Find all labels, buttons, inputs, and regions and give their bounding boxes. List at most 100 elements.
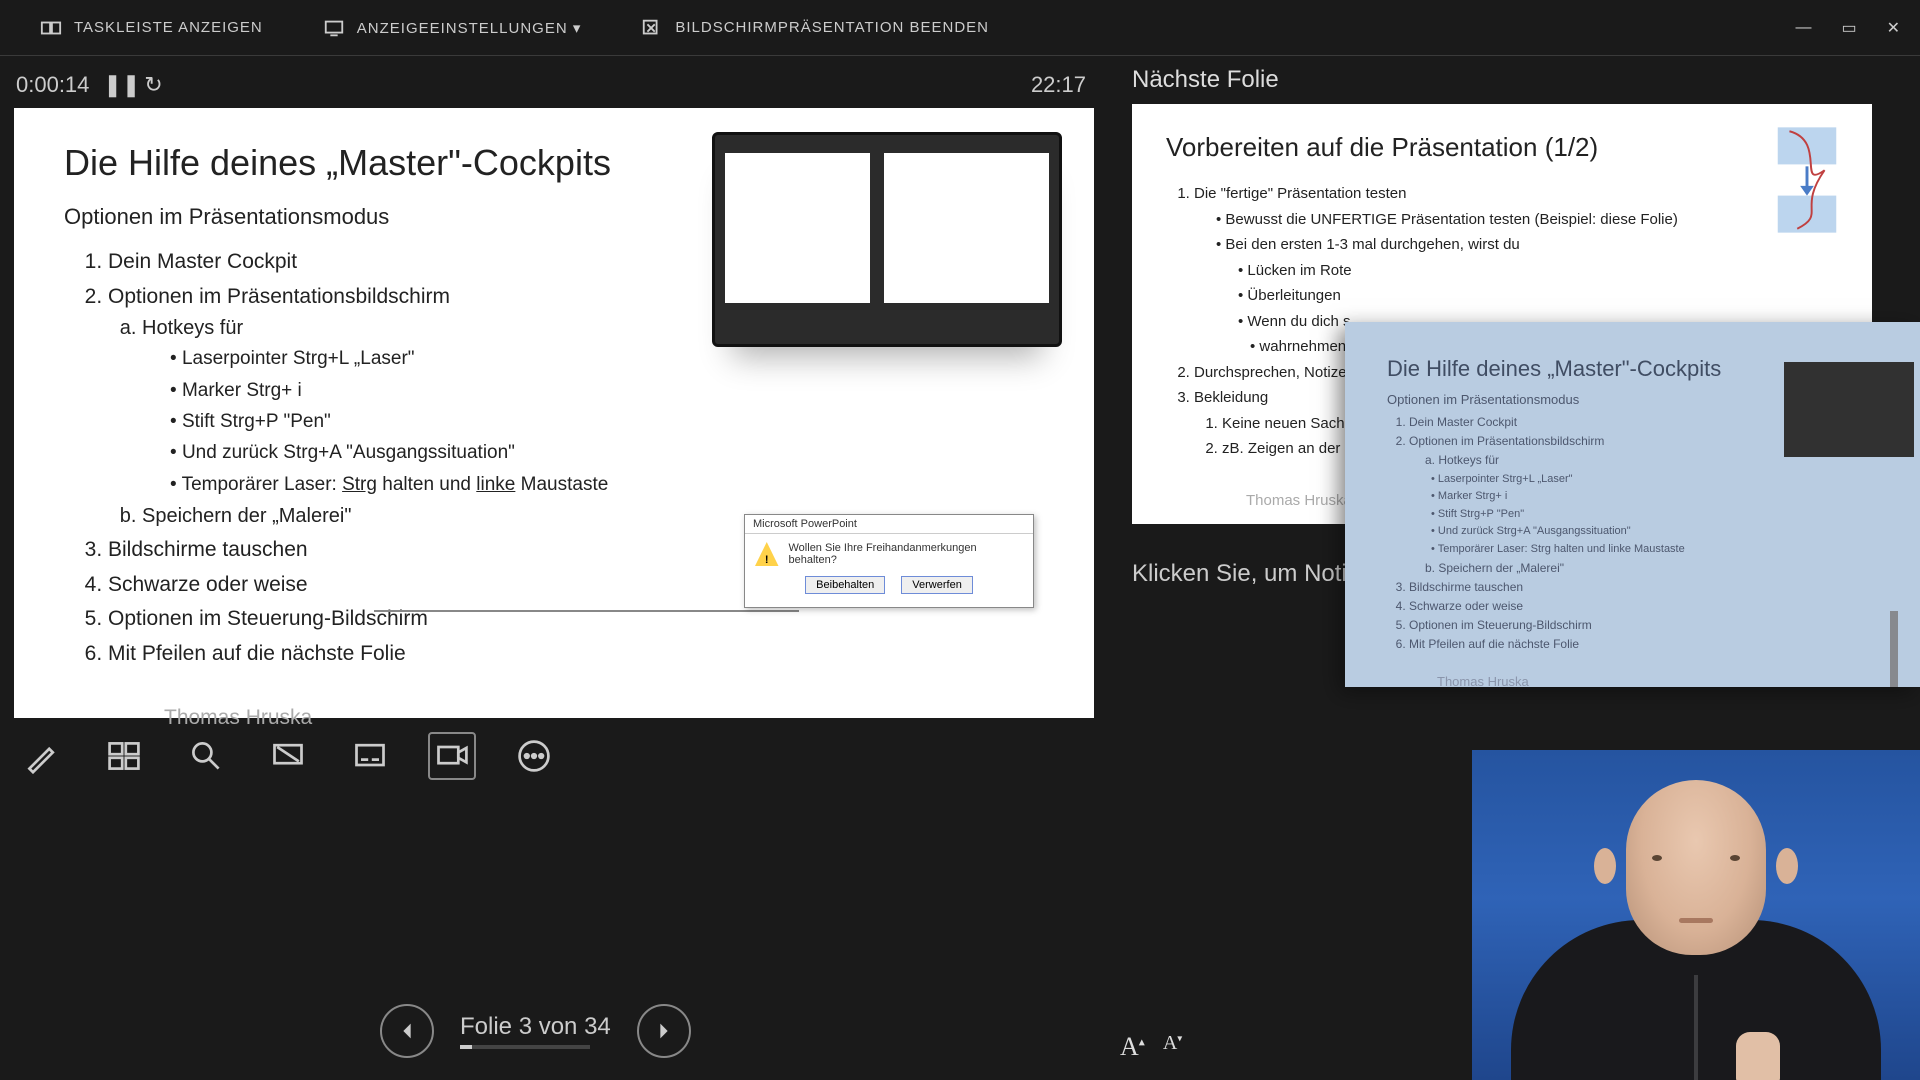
increase-font-button[interactable]: A▴ xyxy=(1120,1032,1145,1062)
main-area: 0:00:14 ❚❚ ↻ 22:17 Die Hilfe deines „Mas… xyxy=(0,56,1920,1080)
t: Maustaste xyxy=(515,474,608,495)
reset-timer-button[interactable]: ↻ xyxy=(141,72,165,98)
t: Speichern der „Malerei" xyxy=(1438,561,1564,575)
end-slideshow-label: BILDSCHIRMPRÄSENTATION BEENDEN xyxy=(675,19,989,36)
t: linke xyxy=(476,474,515,495)
grid-icon xyxy=(106,738,142,774)
next-slide-title: Vorbereiten auf die Präsentation (1/2) xyxy=(1166,132,1838,163)
list-item: Mit Pfeilen auf die nächste Folie xyxy=(1409,635,1896,654)
zoom-tool-button[interactable] xyxy=(182,732,230,780)
more-options-button[interactable] xyxy=(510,732,558,780)
display-settings-label: ANZEIGEEINSTELLUNGEN ▾ xyxy=(357,19,582,37)
list-item: Bewusst die UNFERTIGE Präsentation teste… xyxy=(1216,207,1838,233)
hotkey-item: Temporärer Laser: Strg halten und linke … xyxy=(170,470,1044,499)
slide-navigation: Folie 3 von 34 xyxy=(380,1004,691,1058)
t: Bekleidung xyxy=(1194,389,1268,406)
display-settings-button[interactable]: ANZEIGEEINSTELLUNGEN ▾ xyxy=(323,17,582,39)
overlay-monitor-thumb xyxy=(1784,362,1914,457)
presenter-right-pane: Nächste Folie Vorbereiten auf die Präsen… xyxy=(1110,56,1920,1080)
subtitle-icon xyxy=(352,738,388,774)
notes-font-controls: A▴ A▾ xyxy=(1120,1032,1182,1062)
list-item: Bildschirme tauschen xyxy=(1409,578,1896,597)
callout-line xyxy=(374,610,799,612)
webcam-feed[interactable] xyxy=(1472,750,1920,1080)
blackout-icon xyxy=(270,738,306,774)
taskbar-icon xyxy=(40,17,62,39)
previous-slide-button[interactable] xyxy=(380,1004,434,1058)
t: A xyxy=(1163,1032,1177,1054)
dialog-title: Microsoft PowerPoint xyxy=(745,515,1033,534)
t: Hotkeys für xyxy=(1438,453,1499,467)
minimize-button[interactable]: — xyxy=(1795,19,1811,37)
t: Bei den ersten 1-3 mal durchgehen, wirst… xyxy=(1225,236,1519,253)
t: Die "fertige" Präsentation testen xyxy=(1194,185,1406,202)
current-slide[interactable]: Die Hilfe deines „Master"-Cockpits Optio… xyxy=(14,108,1094,718)
pen-tool-button[interactable] xyxy=(18,732,66,780)
t: A xyxy=(1120,1032,1139,1061)
list-item: Überleitungen xyxy=(1238,283,1838,309)
list-item: Schwarze oder weise xyxy=(1409,597,1896,616)
warning-icon: ! xyxy=(755,542,779,566)
camera-icon xyxy=(434,738,470,774)
display-settings-icon xyxy=(323,17,345,39)
corner-graphic-icon xyxy=(1768,120,1846,240)
hotkey-item: Laserpointer Strg+L „Laser" xyxy=(170,344,1044,373)
decrease-font-button[interactable]: A▾ xyxy=(1163,1032,1182,1062)
overlay-author: Thomas Hruska xyxy=(1437,674,1896,687)
list-item: Temporärer Laser: Strg halten und linke … xyxy=(1431,541,1896,559)
top-command-bar: TASKLEISTE ANZEIGEN ANZEIGEEINSTELLUNGEN… xyxy=(0,0,1920,56)
wall-clock: 22:17 xyxy=(1031,72,1106,98)
show-taskbar-button[interactable]: TASKLEISTE ANZEIGEN xyxy=(40,17,263,39)
list-item: Marker Strg+ i xyxy=(1431,488,1896,506)
t: halten und xyxy=(377,474,476,495)
ellipsis-icon xyxy=(516,738,552,774)
chevron-left-icon xyxy=(396,1020,418,1042)
next-slide-heading: Nächste Folie xyxy=(1132,66,1920,94)
chevron-right-icon xyxy=(653,1020,675,1042)
maximize-button[interactable]: ▭ xyxy=(1841,18,1856,38)
outline-item: Mit Pfeilen auf die nächste Folie xyxy=(108,638,1044,671)
timer-row: 0:00:14 ❚❚ ↻ 22:17 xyxy=(14,66,1110,108)
t: Optionen im Präsentationsbildschirm xyxy=(1409,434,1604,448)
slide-author: Thomas Hruska xyxy=(164,706,1044,730)
dialog-keep-button: Beibehalten xyxy=(805,576,885,594)
hotkey-item: Und zurück Strg+A "Ausgangssituation" xyxy=(170,438,1044,467)
overlay-stand xyxy=(1890,611,1898,687)
dialog-message: Wollen Sie Ihre Freihandanmerkungen beha… xyxy=(789,542,1024,566)
slide-counter-text: Folie 3 von 34 xyxy=(460,1013,611,1040)
list-item: Laserpointer Strg+L „Laser" xyxy=(1431,471,1896,489)
t: Temporärer Laser: xyxy=(182,474,343,495)
next-slide-button[interactable] xyxy=(637,1004,691,1058)
show-taskbar-label: TASKLEISTE ANZEIGEN xyxy=(74,19,263,36)
subtitles-button[interactable] xyxy=(346,732,394,780)
black-screen-button[interactable] xyxy=(264,732,312,780)
pause-timer-button[interactable]: ❚❚ xyxy=(103,72,127,98)
list-item: Optionen im Steuerung-Bildschirm xyxy=(1409,616,1896,635)
embedded-screenshot xyxy=(712,132,1062,347)
hotkey-item: Marker Strg+ i xyxy=(170,376,1044,405)
see-all-slides-button[interactable] xyxy=(100,732,148,780)
presenter-left-pane: 0:00:14 ❚❚ ↻ 22:17 Die Hilfe deines „Mas… xyxy=(0,56,1110,1080)
list-item: Stift Strg+P "Pen" xyxy=(1431,506,1896,524)
elapsed-time: 0:00:14 xyxy=(16,72,89,98)
window-controls: — ▭ ✕ xyxy=(1795,0,1900,56)
camera-button[interactable] xyxy=(428,732,476,780)
hotkey-list: Laserpointer Strg+L „Laser" Marker Strg+… xyxy=(170,344,1044,499)
slide-counter: Folie 3 von 34 xyxy=(460,1013,611,1049)
embedded-dialog: Microsoft PowerPoint ! Wollen Sie Ihre F… xyxy=(744,514,1034,608)
end-slideshow-button[interactable]: BILDSCHIRMPRÄSENTATION BEENDEN xyxy=(641,17,989,39)
end-show-icon xyxy=(641,17,663,39)
pen-icon xyxy=(24,738,60,774)
progress-bar xyxy=(460,1045,590,1049)
list-item: Lücken im Rote xyxy=(1238,258,1838,284)
t: Strg xyxy=(342,474,377,495)
dialog-discard-button: Verwerfen xyxy=(901,576,973,594)
outline-text: Hotkeys für xyxy=(142,317,243,339)
hotkey-item: Stift Strg+P "Pen" xyxy=(170,407,1044,436)
close-button[interactable]: ✕ xyxy=(1887,18,1900,38)
camera-feed-projection: Die Hilfe deines „Master"-Cockpits Optio… xyxy=(1345,322,1920,687)
outline-text: Optionen im Präsentationsbildschirm xyxy=(108,285,450,308)
outline-item: Optionen im Steuerung-Bildschirm xyxy=(108,603,1044,636)
list-item: Und zurück Strg+A "Ausgangssituation" xyxy=(1431,523,1896,541)
magnifier-icon xyxy=(188,738,224,774)
